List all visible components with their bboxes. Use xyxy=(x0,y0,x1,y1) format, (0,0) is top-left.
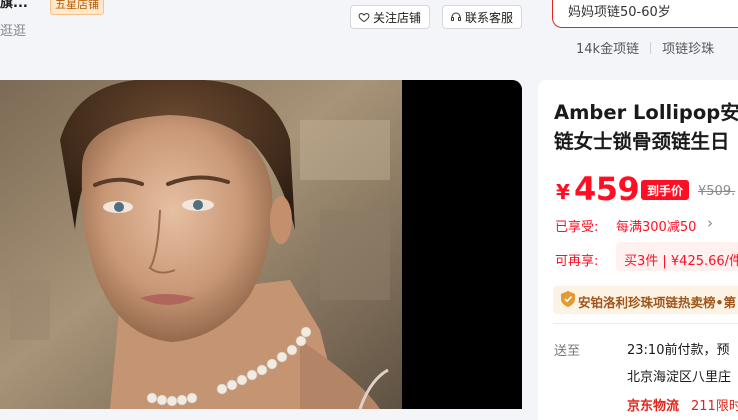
contact-service-label: 联系客服 xyxy=(465,10,514,25)
search-input[interactable]: 妈妈项链50-60岁 xyxy=(568,1,671,20)
final-price: 459 xyxy=(574,170,640,208)
delivery-address[interactable]: 北京海淀区八里庄 xyxy=(627,366,731,385)
delivery-label: 送至 xyxy=(554,344,581,359)
shop-browse-link[interactable]: 逛逛 xyxy=(0,20,26,39)
hot-word-link[interactable]: 项链珍珠 xyxy=(662,42,714,57)
hot-search-words: 14k金项链 项链珍珠 xyxy=(576,38,714,57)
contact-service-button[interactable]: 联系客服 xyxy=(442,5,522,29)
model-portrait-image xyxy=(0,80,522,409)
product-title-line: 链女士锁骨颈链生日 xyxy=(554,130,730,153)
promotion-enjoyed-value[interactable]: 每满300减50 xyxy=(616,216,696,235)
headset-icon xyxy=(451,12,461,21)
product-main-image[interactable] xyxy=(0,80,522,409)
extra-promotion-value[interactable]: 买3件 | ¥425.66/件 xyxy=(624,250,738,269)
final-price-tag: 到手价 xyxy=(641,180,689,200)
divider xyxy=(650,42,652,54)
hot-word-link[interactable]: 14k金项链 xyxy=(576,42,639,57)
product-title: Amber Lollipop安 链女士锁骨颈链生日 xyxy=(554,98,738,156)
promotion-enjoyed-label: 已享受: xyxy=(555,220,599,235)
follow-shop-button[interactable]: 关注店铺 xyxy=(350,5,430,29)
original-price: ¥509. xyxy=(698,184,736,199)
ranking-text: 安铂洛利珍珠项链热卖榜•第 xyxy=(578,295,736,310)
product-title-line: Amber Lollipop安 xyxy=(554,101,738,124)
shop-name[interactable]: 旗... xyxy=(0,0,28,11)
currency-symbol: ¥ xyxy=(556,180,570,204)
logistics-provider: 京东物流 xyxy=(627,399,680,414)
divider xyxy=(553,323,738,324)
extra-promotion-label: 可再享: xyxy=(555,254,599,269)
heart-icon xyxy=(358,12,370,23)
logistics-note: 211限时 xyxy=(691,399,738,414)
follow-shop-label: 关注店铺 xyxy=(373,10,422,25)
delivery-time: 23:10前付款，预 xyxy=(627,343,730,358)
chevron-right-icon[interactable]: › xyxy=(707,214,713,232)
shop-rating-badge: 五星店铺 xyxy=(50,0,104,15)
shield-icon xyxy=(561,291,575,307)
